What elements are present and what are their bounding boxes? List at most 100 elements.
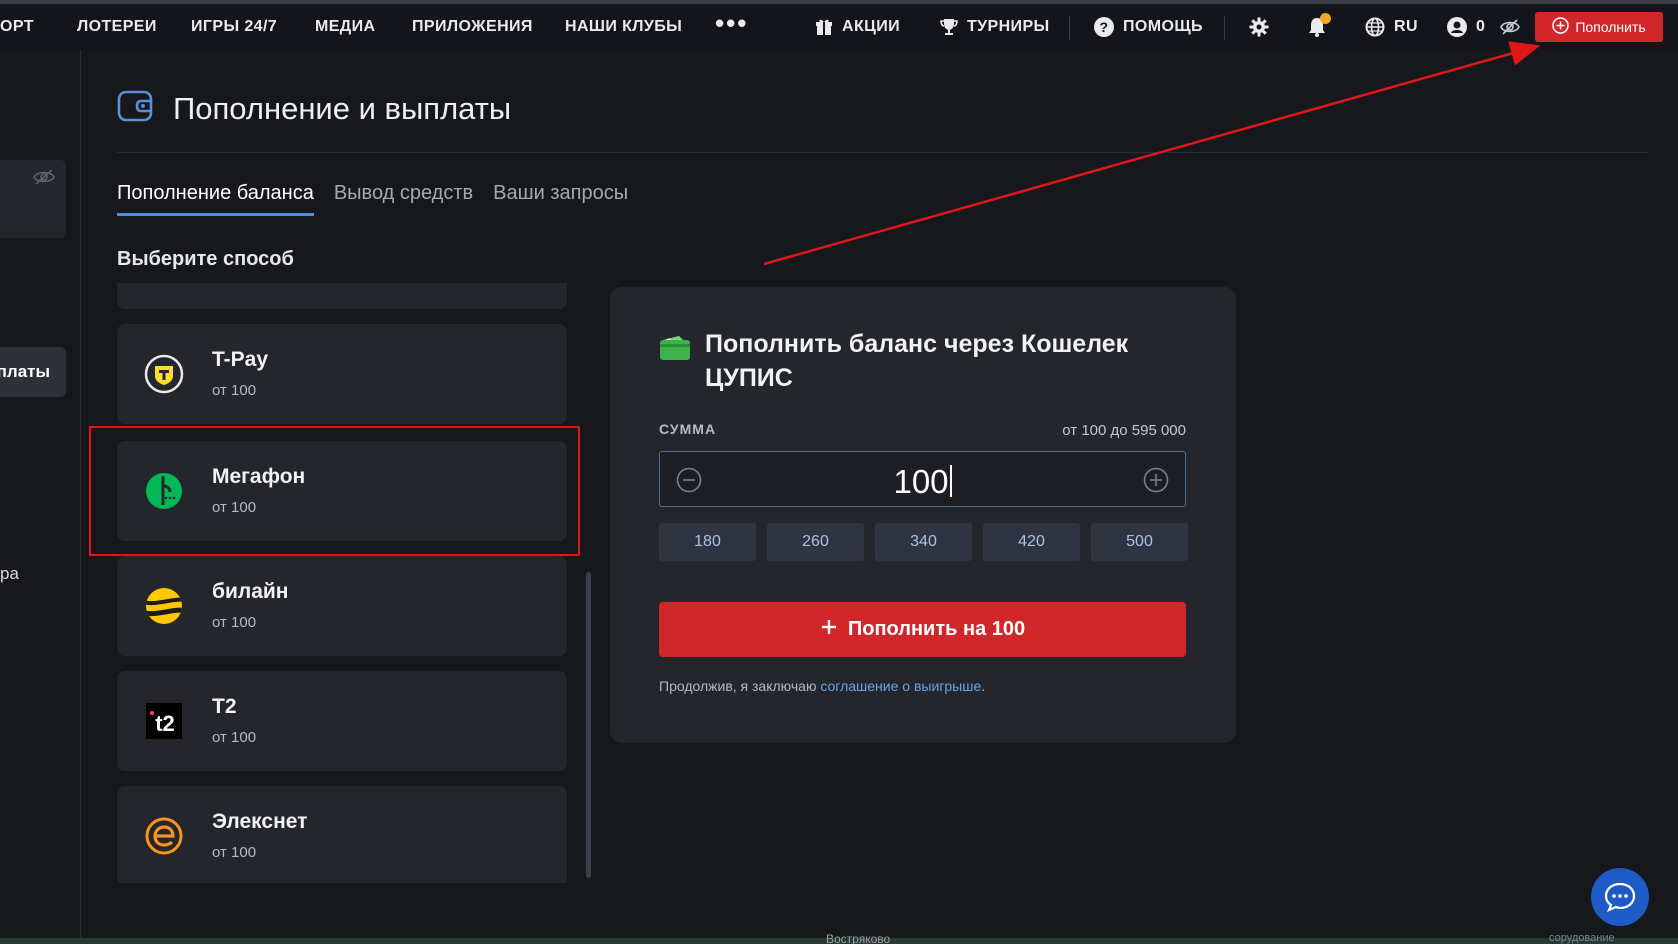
payment-method-list: T-Pay от 100 Мегафон от 100 билайн от 10… <box>117 283 567 883</box>
method-card-t2[interactable]: t2 T2 от 100 <box>117 671 567 771</box>
preset-amount-button[interactable]: 500 <box>1091 523 1188 561</box>
language-selector[interactable]: RU <box>1365 4 1418 50</box>
method-card-tpay[interactable]: T-Pay от 100 <box>117 324 567 424</box>
support-chat-button[interactable] <box>1591 868 1649 926</box>
gear-icon <box>1249 17 1269 37</box>
text-caret <box>949 465 952 497</box>
method-min-amount: от 100 <box>212 614 257 631</box>
page-header: Пополнение и выплаты <box>117 88 511 129</box>
submit-deposit-button[interactable]: Пополнить на 100 <box>659 602 1186 657</box>
tab-deposit[interactable]: Пополнение баланса <box>117 182 314 216</box>
method-card-partial[interactable] <box>117 283 567 309</box>
notifications-button[interactable] <box>1308 4 1331 50</box>
help-link[interactable]: ? ПОМОЩЬ <box>1094 4 1203 50</box>
preset-amount-button[interactable]: 340 <box>875 523 972 561</box>
help-circle-icon: ? <box>1094 17 1114 37</box>
balance-value: 0 <box>1476 18 1486 35</box>
method-card-beeline[interactable]: билайн от 100 <box>117 556 567 656</box>
more-menu-button[interactable]: ••• <box>715 4 748 50</box>
nav-item-media[interactable]: МЕДИА <box>315 4 375 50</box>
method-min-amount: от 100 <box>212 729 257 746</box>
tournaments-link[interactable]: ТУРНИРЫ <box>940 4 1050 50</box>
method-card-elecsnet[interactable]: Элекснет от 100 <box>117 786 567 883</box>
amount-label: СУММА <box>659 421 717 437</box>
preset-amounts: 180 260 340 420 500 <box>659 523 1188 561</box>
method-card-megafon[interactable]: Мегафон от 100 <box>117 441 567 541</box>
tab-requests[interactable]: Ваши запросы <box>493 182 628 216</box>
amount-value: 100 <box>893 463 949 500</box>
method-name: билайн <box>212 580 289 603</box>
nav-item-apps[interactable]: ПРИЛОЖЕНИЯ <box>412 4 533 50</box>
account-balance[interactable]: 0 <box>1447 4 1485 50</box>
nav-item-lotteries[interactable]: ЛОТЕРЕИ <box>77 4 157 50</box>
trophy-icon <box>940 18 958 36</box>
sidebar-item-payments[interactable]: лплаты <box>0 347 66 397</box>
promo-label: АКЦИИ <box>842 18 901 35</box>
top-navigation-bar: ОРТ ЛОТЕРЕИ ИГРЫ 24/7 МЕДИА ПРИЛОЖЕНИЯ Н… <box>0 0 1678 50</box>
eye-off-icon[interactable] <box>33 168 55 191</box>
nav-item-label: НАШИ КЛУБЫ <box>565 18 683 35</box>
amount-value-display: 100 <box>660 463 1185 501</box>
nav-item-clubs[interactable]: НАШИ КЛУБЫ <box>565 4 682 50</box>
payment-form-panel: Пополнить баланс через Кошелек ЦУПИС СУМ… <box>610 287 1236 743</box>
gift-icon <box>815 18 833 36</box>
method-min-amount: от 100 <box>212 499 257 516</box>
language-label: RU <box>1394 18 1418 35</box>
plus-icon <box>820 618 838 642</box>
nav-separator <box>1069 16 1070 40</box>
agreement-link[interactable]: соглашение о выигрыше <box>820 678 981 694</box>
preset-amount-button[interactable]: 260 <box>767 523 864 561</box>
method-list-scrollbar[interactable] <box>586 572 591 878</box>
submit-label: Пополнить на 100 <box>847 618 1026 640</box>
bell-icon <box>1308 13 1331 37</box>
form-title: Пополнить баланс через Кошелек ЦУПИС <box>705 330 1129 392</box>
map-label: Востряково <box>826 932 891 944</box>
tpay-logo-icon <box>144 354 184 394</box>
hide-balance-button[interactable] <box>1500 4 1520 50</box>
increase-button[interactable] <box>1143 467 1169 493</box>
megafon-logo-icon <box>144 471 184 511</box>
agreement-prefix: Продолжив, я заключаю <box>659 678 821 694</box>
topup-button[interactable]: Пополнить <box>1535 12 1663 42</box>
elecsnet-logo-icon <box>144 816 184 856</box>
chat-bubble-icon <box>1604 882 1636 912</box>
agreement-text: Продолжив, я заключаю соглашение о выигр… <box>659 678 985 694</box>
nav-item-games[interactable]: ИГРЫ 24/7 <box>191 4 277 50</box>
tab-withdraw[interactable]: Вывод средств <box>334 182 473 216</box>
method-name: Мегафон <box>212 465 306 488</box>
promo-link[interactable]: АКЦИИ <box>815 4 900 50</box>
globe-icon <box>1365 17 1385 37</box>
beeline-logo-icon <box>144 586 184 626</box>
preset-amount-button[interactable]: 420 <box>983 523 1080 561</box>
preset-amount-button[interactable]: 180 <box>659 523 756 561</box>
cupis-wallet-icon <box>659 335 691 366</box>
map-label-secondary: сорудование <box>1549 932 1615 944</box>
method-min-amount: от 100 <box>212 382 257 399</box>
nav-item-sport[interactable]: ОРТ <box>0 4 34 50</box>
tournaments-label: ТУРНИРЫ <box>967 18 1050 35</box>
method-name: Элекснет <box>212 810 308 833</box>
user-circle-icon <box>1447 17 1467 37</box>
eye-off-icon <box>1500 18 1520 36</box>
settings-button[interactable] <box>1249 4 1269 50</box>
notification-dot <box>1320 13 1331 24</box>
sidebar-item-partial[interactable]: ра <box>0 564 40 584</box>
header-divider <box>117 152 1647 153</box>
left-sidebar: лплаты ра <box>0 50 81 944</box>
amount-range: от 100 до 595 000 <box>1062 422 1186 439</box>
method-name: T-Pay <box>212 348 269 371</box>
svg-text:t2: t2 <box>155 711 175 736</box>
help-label: ПОМОЩЬ <box>1123 18 1203 35</box>
method-min-amount: от 100 <box>212 844 257 861</box>
method-heading: Выберите способ <box>117 248 294 270</box>
more-dots-icon: ••• <box>715 8 749 38</box>
nav-separator <box>1224 16 1225 40</box>
amount-input[interactable]: 100 <box>659 451 1186 507</box>
nav-item-label: ОРТ <box>0 18 34 35</box>
agreement-suffix: . <box>981 678 986 694</box>
tab-bar: Пополнение баланса Вывод средств Ваши за… <box>117 182 628 216</box>
plus-circle-icon <box>1143 467 1169 493</box>
nav-item-label: ЛОТЕРЕИ <box>77 18 157 35</box>
page-title: Пополнение и выплаты <box>173 90 512 126</box>
nav-item-label: ПРИЛОЖЕНИЯ <box>412 18 533 35</box>
